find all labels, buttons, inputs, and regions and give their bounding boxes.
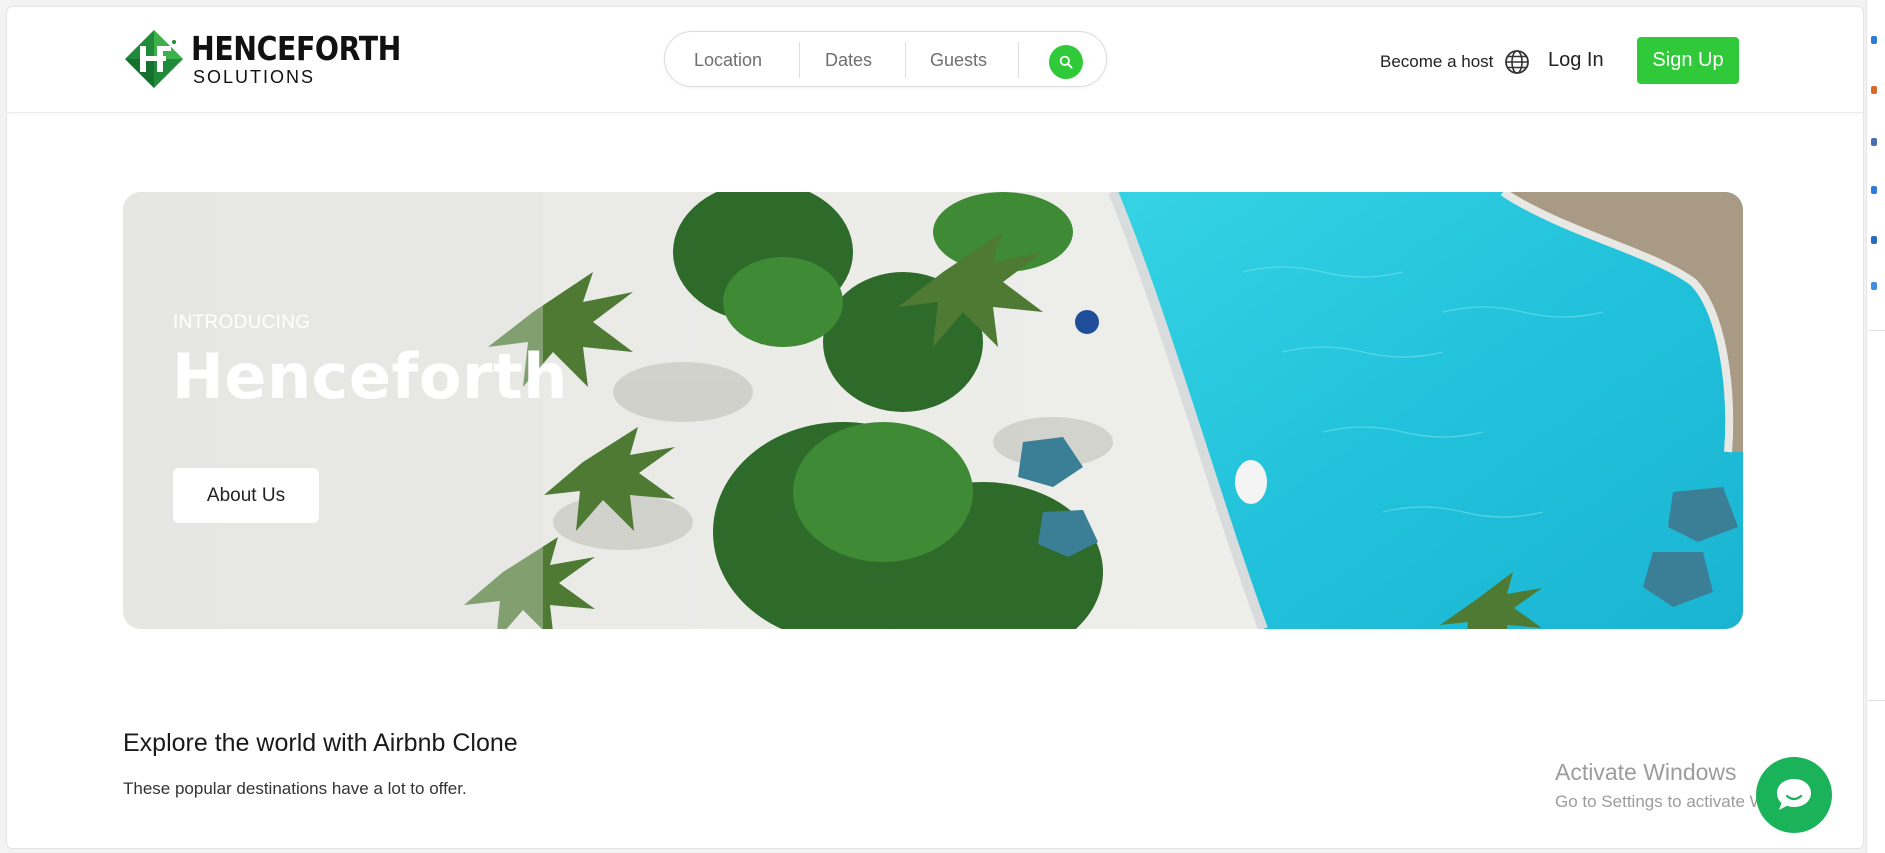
signup-button[interactable]: Sign Up	[1637, 37, 1739, 84]
search-bar: Location Dates Guests	[664, 31, 1107, 87]
page: HENCEFORTH SOLUTIONS Location Dates Gues…	[0, 0, 1885, 853]
brand-name: HENCEFORTH	[191, 29, 402, 68]
side-panel-divider	[1869, 700, 1885, 701]
hero-banner: INTRODUCING Henceforth About Us	[123, 192, 1743, 629]
search-divider	[905, 42, 906, 78]
search-location[interactable]: Location	[694, 32, 762, 88]
search-icon	[1059, 55, 1073, 69]
windows-activation-title: Activate Windows	[1555, 759, 1737, 785]
logo-mark-icon	[125, 30, 183, 88]
side-panel-icon	[1871, 236, 1877, 244]
search-guests[interactable]: Guests	[930, 32, 987, 88]
browser-viewport: HENCEFORTH SOLUTIONS Location Dates Gues…	[6, 6, 1864, 849]
brand-subtitle: SOLUTIONS	[193, 67, 316, 87]
become-host-link[interactable]: Become a host	[1380, 52, 1493, 72]
side-panel-icon	[1871, 86, 1877, 94]
search-divider	[1018, 42, 1019, 78]
globe-icon[interactable]	[1504, 49, 1530, 75]
brand-logo[interactable]: HENCEFORTH SOLUTIONS	[123, 28, 435, 90]
chat-bubble-icon	[1777, 779, 1811, 810]
side-panel-icon	[1871, 36, 1877, 44]
side-panel-icon	[1871, 186, 1877, 194]
search-dates[interactable]: Dates	[825, 32, 872, 88]
login-link[interactable]: Log In	[1548, 49, 1604, 72]
side-panel-edge	[1866, 0, 1885, 853]
about-us-button[interactable]: About Us	[173, 468, 319, 523]
hero-intro-text: INTRODUCING	[173, 312, 311, 333]
search-button[interactable]	[1049, 45, 1083, 79]
chat-widget-button[interactable]	[1756, 757, 1832, 833]
site-header: HENCEFORTH SOLUTIONS Location Dates Gues…	[7, 7, 1863, 113]
hero-title: Henceforth	[172, 340, 568, 413]
side-panel-icon	[1871, 282, 1877, 290]
side-panel-icon	[1871, 138, 1877, 146]
explore-subheading: These popular destinations have a lot to…	[123, 779, 467, 798]
search-divider	[799, 42, 800, 78]
explore-heading: Explore the world with Airbnb Clone	[123, 729, 518, 757]
side-panel-divider	[1869, 330, 1885, 331]
